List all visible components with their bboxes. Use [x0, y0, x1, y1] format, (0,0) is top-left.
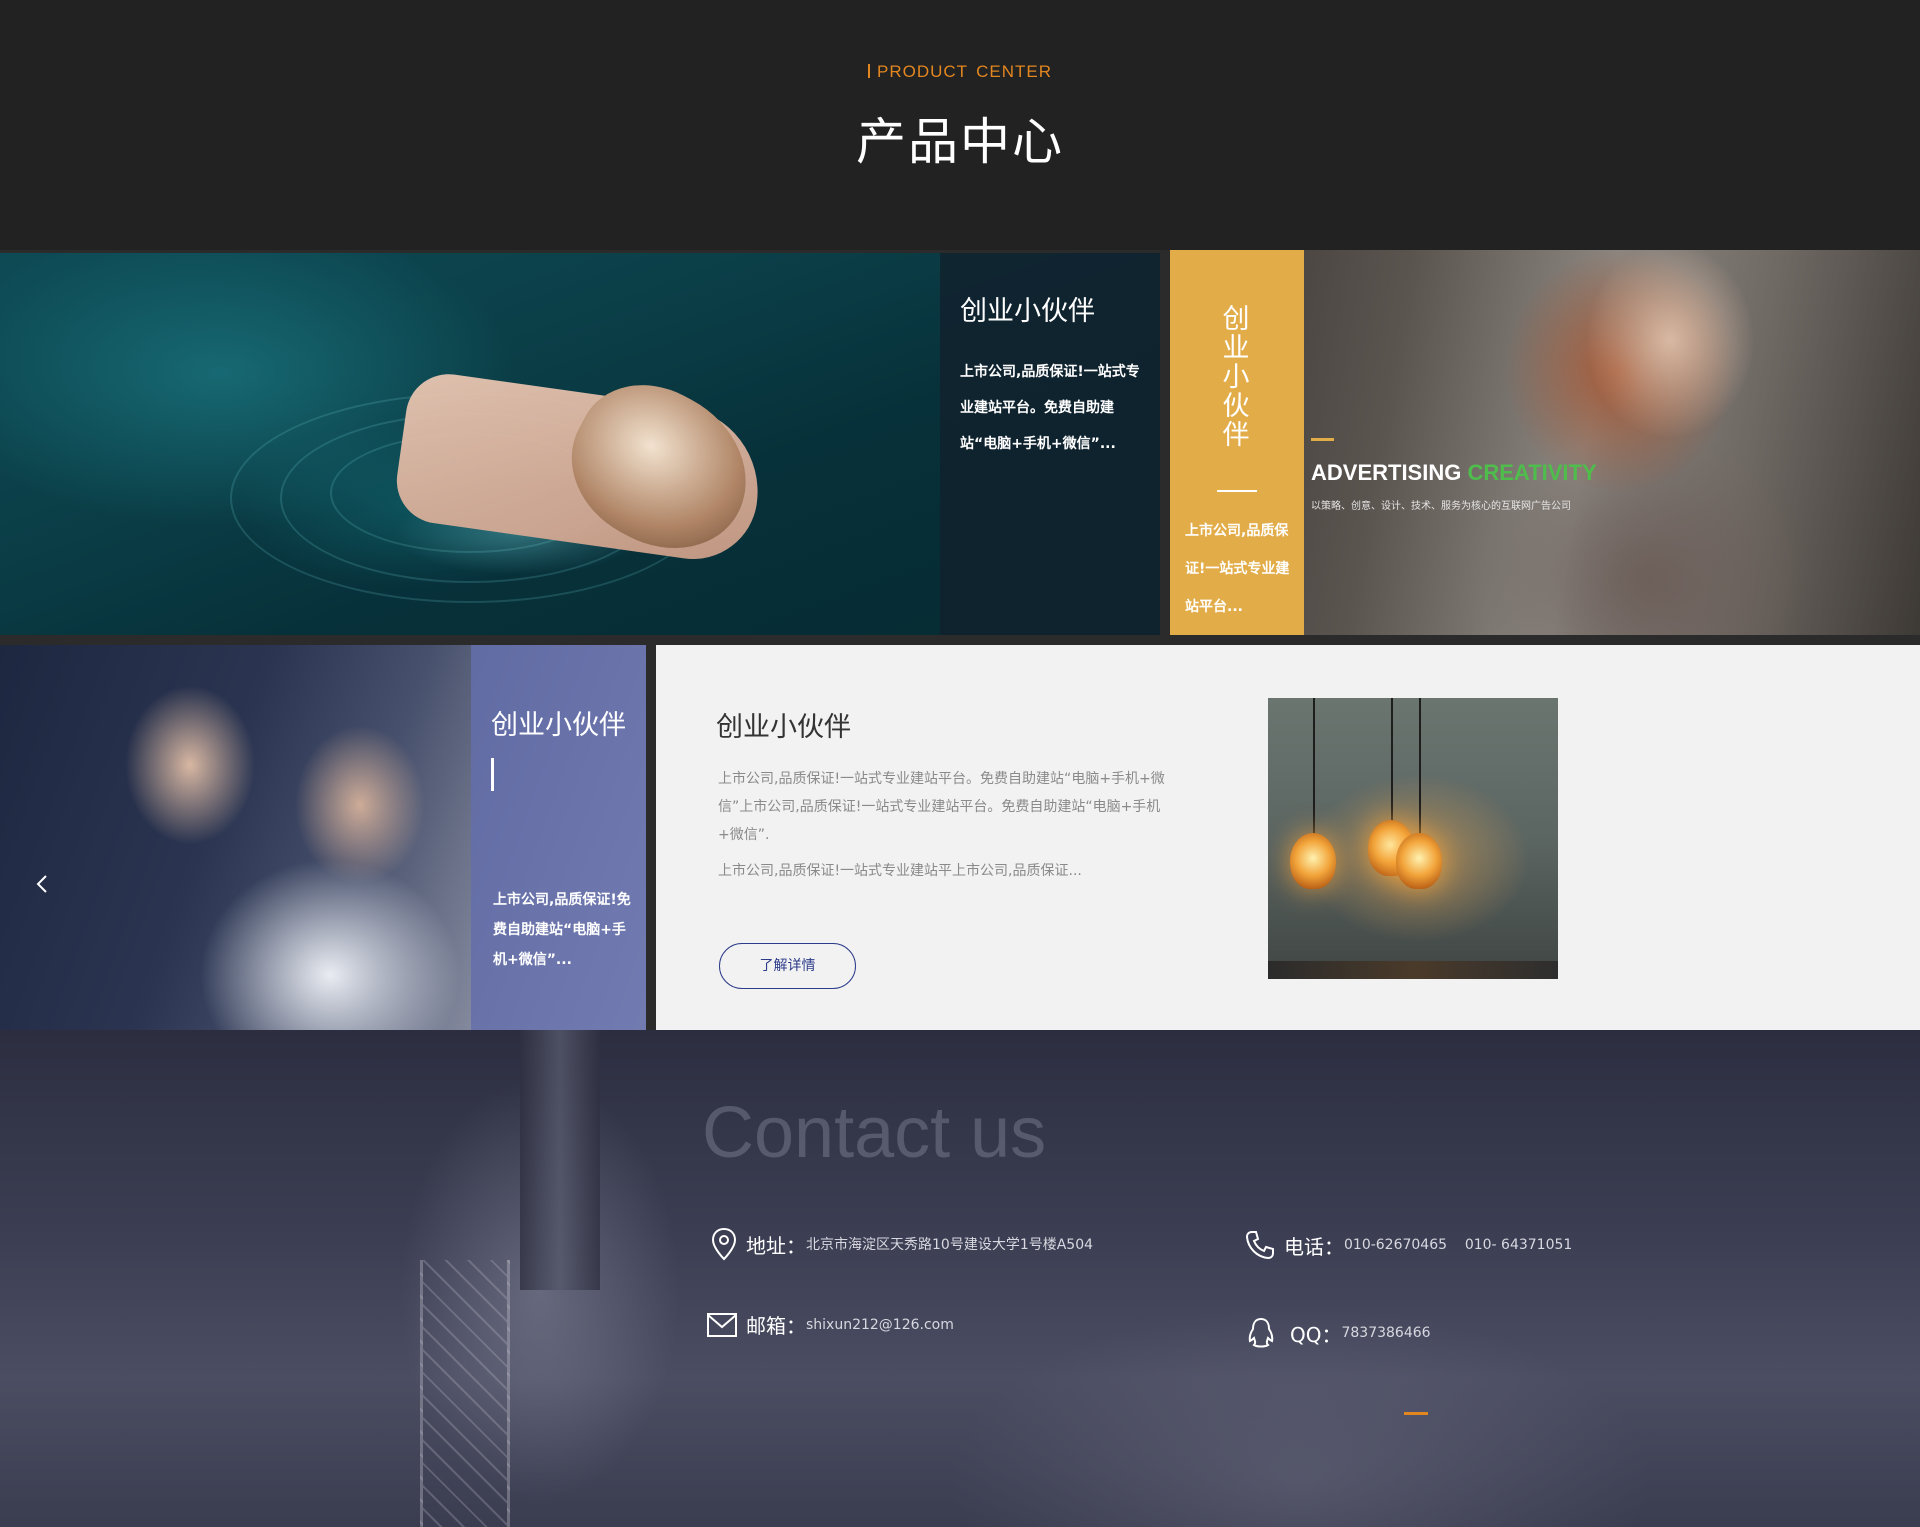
advertising-headline: ADVERTISING CREATIVITY [1311, 460, 1597, 486]
lamp-image [1268, 698, 1558, 979]
business-desc: 上市公司,品质保证!免费自助建站“电脑+手机+微信”... [493, 892, 631, 968]
detail-paragraph-2: 上市公司,品质保证!一站式专业建站平上市公司,品质保证... [718, 863, 1082, 879]
launch-tower-image [420, 1260, 510, 1527]
sea-caption-panel: 创业小伙伴 上市公司,品质保证!一站式专业建站平台。免费自助建站“电脑+手机+微… [940, 253, 1160, 635]
location-icon [710, 1227, 738, 1261]
product-tile-advertising[interactable]: 创业小伙伴 上市公司,品质保证!一站式专业建站平台... ADVERTISING… [1170, 250, 1920, 635]
yellow-caption-panel: 创业小伙伴 上市公司,品质保证!一站式专业建站平台... [1170, 250, 1304, 635]
panel-divider [491, 758, 494, 791]
lamp-cord [1419, 698, 1421, 838]
product-center-header: PRODUCT CENTER 产品中心 [0, 0, 1920, 250]
contact-address: 地址： 北京市海淀区天秀路10号建设大学1号楼A504 [710, 1227, 1093, 1261]
product-detail-card: 创业小伙伴 上市公司,品质保证!一站式专业建站平台。免费自助建站“电脑+手机+微… [656, 645, 1920, 1030]
product-tile-sea[interactable]: 创业小伙伴 上市公司,品质保证!一站式专业建站平台。免费自助建站“电脑+手机+微… [0, 253, 1160, 635]
qq-label: QQ： [1290, 1322, 1342, 1347]
eyebrow-bar [868, 64, 871, 78]
lamp-bulb [1290, 833, 1336, 889]
detail-paragraph-1: 上市公司,品质保证!一站式专业建站平台。免费自助建站“电脑+手机+微信”上市公司… [718, 771, 1165, 843]
product-tile-business[interactable]: 创业小伙伴 上市公司,品质保证!免费自助建站“电脑+手机+微信”... [0, 645, 646, 1030]
advertising-sub: 以策略、创意、设计、技术、服务为核心的互联网广告公司 [1311, 501, 1571, 512]
vertical-title: 创业小伙伴 [1222, 304, 1250, 451]
learn-more-button[interactable]: 了解详情 [719, 943, 856, 989]
lamp-floor [1268, 961, 1558, 979]
detail-title: 创业小伙伴 [716, 712, 851, 743]
rocket-image [520, 1030, 600, 1290]
lamp-cord [1391, 698, 1393, 823]
address-label: 地址： [746, 1233, 806, 1258]
lamp-cord [1313, 698, 1315, 838]
eyebrow-text-1: PRODUCT [877, 62, 969, 81]
chevron-left-icon[interactable] [32, 873, 54, 895]
sea-title: 创业小伙伴 [960, 296, 1095, 327]
phone-value: 010-62670465 010- 64371051 [1344, 1237, 1573, 1253]
panel-divider [1217, 490, 1257, 492]
headline-white: ADVERTISING [1311, 460, 1462, 485]
headline-green: CREATIVITY [1467, 460, 1597, 485]
address-value: 北京市海淀区天秀路10号建设大学1号楼A504 [806, 1237, 1094, 1253]
mail-icon [706, 1312, 738, 1338]
phone-icon [1244, 1229, 1276, 1261]
email-label: 邮箱： [746, 1314, 806, 1338]
contact-email: 邮箱： shixun212@126.com [706, 1310, 954, 1339]
phone-label: 电话： [1284, 1234, 1344, 1259]
business-title: 创业小伙伴 [491, 710, 626, 741]
blue-caption-panel: 创业小伙伴 上市公司,品质保证!免费自助建站“电脑+手机+微信”... [471, 645, 646, 1030]
detail-text: 上市公司,品质保证!一站式专业建站平台。免费自助建站“电脑+手机+微信”上市公司… [718, 765, 1168, 893]
contact-section: Contact us 地址： 北京市海淀区天秀路10号建设大学1号楼A504 电… [0, 1030, 1920, 1527]
eyebrow-text-2: CENTER [976, 62, 1052, 81]
product-row-2: 创业小伙伴 上市公司,品质保证!免费自助建站“电脑+手机+微信”... 创业小伙… [0, 635, 1920, 1030]
footer-accent [1404, 1412, 1428, 1415]
headline-accent [1311, 438, 1334, 441]
contact-title: Contact us [702, 1093, 1047, 1173]
sea-desc: 上市公司,品质保证!一站式专业建站平台。免费自助建站“电脑+手机+微信”... [960, 364, 1140, 452]
email-value[interactable]: shixun212@126.com [806, 1317, 954, 1333]
qq-value: 7837386466 [1341, 1325, 1431, 1341]
contact-phone: 电话： 010-62670465 010- 64371051 [1244, 1229, 1572, 1261]
product-row-1: 创业小伙伴 上市公司,品质保证!一站式专业建站平台。免费自助建站“电脑+手机+微… [0, 250, 1920, 635]
contact-qq: QQ： 7837386466 [1246, 1317, 1431, 1349]
section-title: 产品中心 [856, 113, 1064, 171]
lamp-bulb [1396, 833, 1442, 889]
qq-icon [1246, 1317, 1276, 1349]
advertising-desc: 上市公司,品质保证!一站式专业建站平台... [1185, 523, 1290, 615]
section-eyebrow: PRODUCT CENTER [0, 62, 1920, 82]
